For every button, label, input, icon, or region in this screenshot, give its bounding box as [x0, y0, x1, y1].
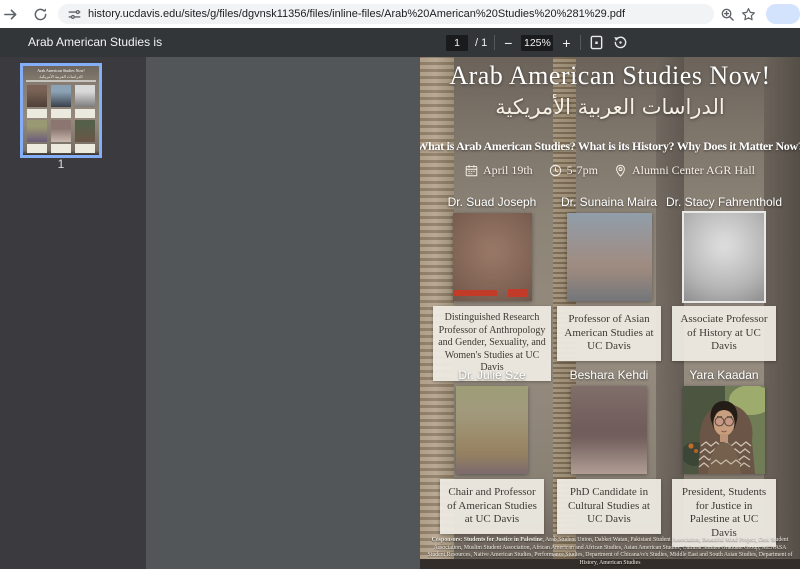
event-time: 5-7pm — [566, 163, 598, 177]
thumb-photo — [75, 85, 95, 107]
event-time-item: 5-7pm — [549, 163, 598, 178]
rotate-icon[interactable] — [612, 34, 629, 51]
event-location-item: Alumni Center AGR Hall — [614, 163, 755, 178]
url-bar[interactable]: history.ucdavis.edu/sites/g/files/dgvnsk… — [58, 4, 714, 24]
speaker-cell: Dr. Suad Joseph Distinguished Research P… — [433, 195, 551, 381]
speaker-photo — [452, 213, 532, 301]
speaker-role-card: PhD Candidate in Cultural Studies at UC … — [557, 479, 661, 534]
flyer-arabic-title: الدراسات العربية الأمريكية — [495, 95, 725, 119]
thumb-photo — [75, 120, 95, 142]
fit-to-page-icon[interactable] — [588, 34, 605, 51]
speaker-cell: Dr. Stacy Fahrenthold Associate Professo… — [665, 195, 783, 361]
zoom-out-button[interactable]: − — [502, 36, 514, 50]
thumb-photo — [51, 85, 71, 107]
page-count-label: / 1 — [475, 36, 488, 49]
speaker-role-card: Professor of Asian American Studies at U… — [557, 306, 661, 361]
thumb-card — [27, 144, 47, 153]
speaker-name: Yara Kaadan — [689, 368, 759, 382]
pdf-document-title: Arab American Studies is — [28, 35, 163, 49]
thumbnail-mini-flyer: Arab American Studies Now! الدراسات العر… — [23, 66, 99, 155]
thumb-photo — [27, 85, 47, 107]
thumbnail-page-number: 1 — [57, 157, 65, 171]
thumb-arabic: الدراسات العربية الأمريكية — [39, 74, 83, 79]
calendar-icon — [465, 165, 478, 177]
pdf-toolbar: Arab American Studies is 1 / 1 − 125% + — [0, 28, 800, 57]
profile-chip[interactable] — [766, 4, 800, 24]
viewer-background: Arab American Studies Now! الدراسات العر… — [146, 57, 800, 569]
speaker-photo — [566, 213, 652, 301]
site-info-icon[interactable] — [68, 8, 81, 21]
bookmark-star-icon[interactable] — [741, 7, 756, 22]
pdf-viewer-content: Arab American Studies Now! الدراسات العر… — [0, 57, 800, 569]
speaker-cell: Dr. Sunaina Maira Professor of Asian Ame… — [550, 195, 668, 361]
speaker-name: Dr. Julie Sze — [458, 368, 526, 382]
cosponsors-lead: Cosponsors: Students for Justice in Pale… — [431, 537, 543, 543]
speaker-photo — [682, 211, 766, 303]
thumbnail-sidebar: Arab American Studies Now! الدراسات العر… — [0, 57, 146, 569]
speaker-photo — [571, 386, 647, 474]
thumb-card — [75, 144, 95, 153]
pdf-page: Arab American Studies Now! الدراسات العر… — [420, 57, 800, 569]
speaker-photo — [456, 386, 528, 474]
thumb-photo — [51, 120, 71, 142]
clock-icon — [549, 164, 561, 177]
speaker-name: Beshara Kehdi — [569, 368, 649, 382]
speaker-role-card: Associate Professor of History at UC Dav… — [672, 306, 776, 361]
url-text[interactable]: history.ucdavis.edu/sites/g/files/dgvnsk… — [88, 8, 625, 20]
thumb-card — [51, 144, 71, 153]
browser-toolbar: history.ucdavis.edu/sites/g/files/dgvnsk… — [0, 0, 800, 28]
yara-portrait-illustration — [683, 386, 765, 474]
speaker-name: Dr. Sunaina Maira — [560, 195, 658, 209]
page-number-input[interactable]: 1 — [446, 34, 468, 51]
reload-icon[interactable] — [32, 6, 48, 22]
event-location: Alumni Center AGR Hall — [632, 163, 755, 177]
event-date: April 19th — [482, 163, 533, 177]
zoom-indicator-icon[interactable] — [720, 7, 735, 22]
cosponsors-text: Cosponsors: Students for Justice in Pale… — [426, 537, 794, 567]
thumb-card — [51, 109, 71, 118]
flyer-title: Arab American Studies Now! — [449, 61, 771, 90]
flyer-question-line: What is Arab American Studies? What is i… — [420, 139, 800, 153]
event-date-item: April 19th — [465, 163, 533, 178]
toolbar-divider — [494, 35, 496, 50]
speaker-name: Dr. Stacy Fahrenthold — [665, 195, 783, 209]
thumb-question-line — [26, 80, 96, 82]
event-details-row: April 19th 5-7pm Alumni Center AGR Hall — [420, 163, 800, 178]
thumb-card — [75, 109, 95, 118]
speaker-cell: Beshara Kehdi PhD Candidate in Cultural … — [550, 368, 668, 534]
thumb-photo — [27, 120, 47, 142]
forward-icon[interactable] — [2, 6, 18, 22]
thumb-card — [27, 109, 47, 118]
speaker-cell: Dr. Julie Sze Chair and Professor of Ame… — [433, 368, 551, 534]
speaker-role-card: Chair and Professor of American Studies … — [440, 479, 544, 534]
zoom-in-button[interactable]: + — [560, 36, 572, 50]
thumb-title: Arab American Studies Now! — [37, 68, 85, 73]
page-thumbnail[interactable]: Arab American Studies Now! الدراسات العر… — [20, 63, 102, 158]
location-pin-icon — [616, 164, 625, 177]
speaker-cell: Yara Kaadan President, Students for Just… — [665, 368, 783, 547]
speaker-photo — [683, 386, 765, 474]
zoom-level-value: 125% — [521, 34, 554, 51]
toolbar-divider — [579, 35, 581, 50]
speaker-name: Dr. Suad Joseph — [447, 195, 537, 209]
